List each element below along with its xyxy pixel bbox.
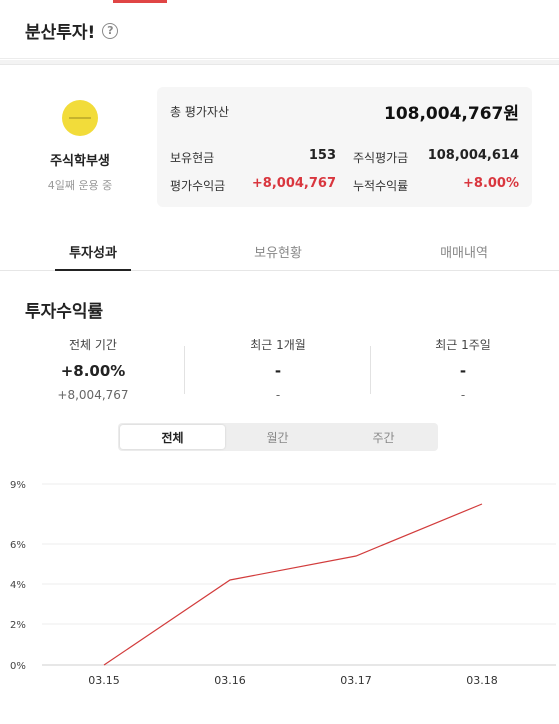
profile-name: 주식학부생 [50,154,110,169]
x-tick-label: 03.15 [88,674,120,687]
stat-label: 최근 1개월 [250,338,306,352]
stock-eval-value: 108,004,614 [427,148,519,163]
section-divider [0,60,559,65]
stat-amount: +8,004,767 [57,388,129,402]
x-tick-label: 03.16 [214,674,246,687]
total-assets-value: 108,004,767원 [383,104,519,124]
avatar-logo-mark [69,117,91,119]
x-tick-label: 03.17 [340,674,372,687]
period-monthly-button[interactable]: 월간 [225,425,330,449]
stat-amount: - [275,388,281,402]
stat-last-week: 최근 1주일 - - [373,336,553,402]
avatar [62,100,98,136]
stock-eval-label: 주식평가금 [353,151,409,165]
page-header: 분산투자! ? [0,3,559,59]
stat-label: 최근 1주일 [435,338,491,352]
y-tick-label: 6% [10,540,26,551]
profile-days-running: 4일째 운용 중 [47,179,113,192]
cash-label: 보유현금 [170,151,215,165]
y-tick-label: 9% [10,480,26,491]
stat-last-month: 최근 1개월 - - [188,336,368,402]
stat-amount: - [460,388,466,402]
period-weekly-button[interactable]: 주간 [331,425,436,449]
return-line-chart: 0% 2% 4% 6% 9% 03.15 03.16 03.17 03.18 [0,470,559,724]
cumulative-rate-value: +8.00% [463,176,519,191]
y-tick-label: 2% [10,620,26,631]
stat-all-period: 전체 기간 +8.00% +8,004,767 [3,336,183,402]
profile-block: 주식학부생 4일째 운용 중 [25,100,135,193]
total-assets-label: 총 평가자산 [170,105,230,119]
stat-rate: - [459,362,467,380]
stat-divider [184,346,185,394]
profit-value: +8,004,767 [251,176,336,191]
profit-label: 평가수익금 [170,179,226,193]
x-tick-label: 03.18 [466,674,498,687]
main-tabs: 투자성과 보유현황 매매내역 [0,233,559,271]
cash-value: 153 [308,148,336,163]
stat-rate: +8.00% [60,362,126,380]
question-circle-icon[interactable]: ? [102,22,119,39]
y-tick-label: 0% [10,661,26,672]
period-all-button[interactable]: 전체 [120,425,225,449]
period-selector: 전체 월간 주간 [118,423,438,451]
stat-label: 전체 기간 [69,338,117,352]
section-title: 투자수익률 [25,302,104,322]
tab-performance[interactable]: 투자성과 [55,233,131,271]
cumulative-rate-label: 누적수익률 [353,179,409,193]
stat-rate: - [274,362,282,380]
y-tick-label: 4% [10,580,26,591]
page-title: 분산투자! [25,23,96,43]
stat-divider [370,346,371,394]
tab-holdings[interactable]: 보유현황 [230,233,326,271]
chart-svg: 0% 2% 4% 6% 9% 03.15 03.16 03.17 03.18 [10,480,556,687]
asset-summary-card: 총 평가자산 108,004,767원 보유현금 153 주식평가금 108,0… [157,87,532,207]
tab-trade-history[interactable]: 매매내역 [416,233,512,271]
